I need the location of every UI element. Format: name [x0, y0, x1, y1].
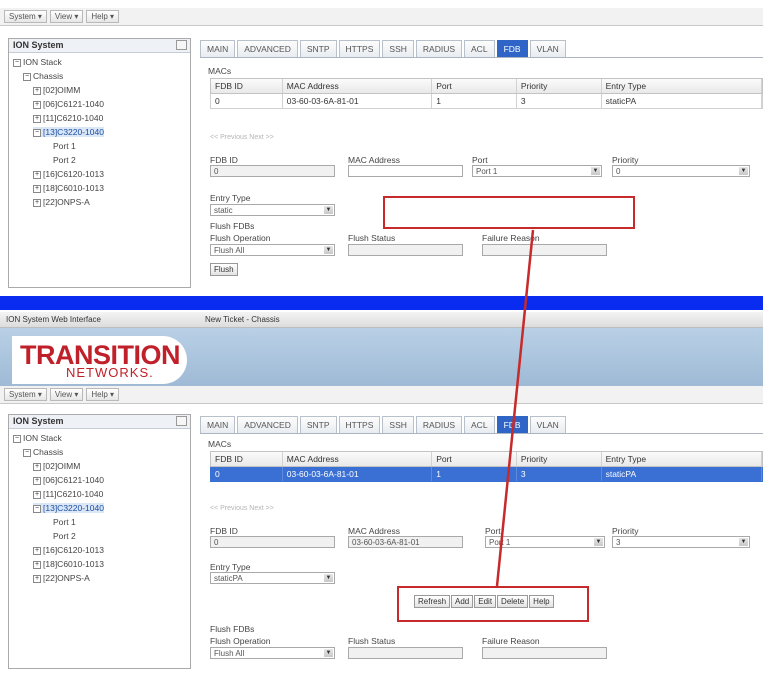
annotation-arrow	[495, 229, 535, 587]
annotation-arrow-line	[495, 229, 535, 587]
